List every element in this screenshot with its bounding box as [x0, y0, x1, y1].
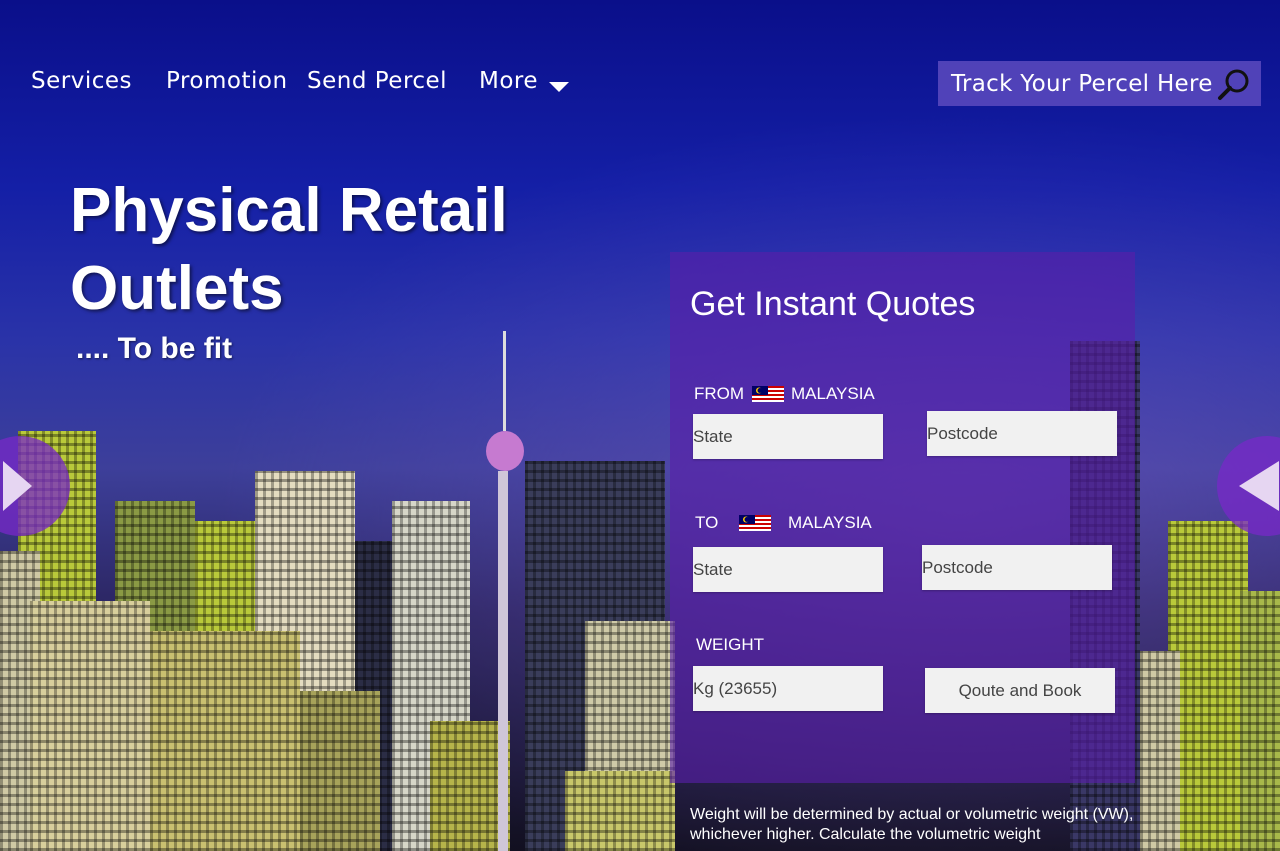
chevron-right-icon	[3, 461, 32, 511]
nav-services[interactable]: Services	[31, 68, 132, 94]
search-icon[interactable]	[1217, 67, 1251, 101]
to-label: TO	[695, 513, 719, 532]
quote-title: Get Instant Quotes	[690, 285, 976, 323]
to-country: MALAYSIA	[788, 513, 872, 532]
nav-more[interactable]: More	[479, 68, 538, 94]
from-state-input[interactable]	[693, 414, 883, 459]
hero-title-line1: Physical Retail	[70, 176, 508, 245]
to-state-input[interactable]	[693, 547, 883, 592]
from-country: MALAYSIA	[791, 384, 875, 403]
malaysia-flag-icon	[752, 386, 784, 402]
chevron-left-icon	[1239, 461, 1279, 511]
weight-note: Weight will be determined by actual or v…	[690, 806, 1134, 843]
chevron-down-icon[interactable]	[549, 82, 569, 92]
track-parcel-button[interactable]: Track Your Percel Here	[938, 61, 1261, 106]
hero-title: Physical Retail Outlets	[70, 172, 590, 328]
weight-input[interactable]	[693, 666, 883, 711]
from-label: FROM	[694, 384, 745, 403]
nav-send-percel[interactable]: Send Percel	[307, 68, 447, 94]
hero-title-line2: Outlets	[70, 254, 284, 323]
weight-label: WEIGHT	[696, 635, 764, 654]
to-postcode-input[interactable]	[922, 545, 1112, 590]
malaysia-flag-icon	[739, 515, 771, 531]
nav-promotion[interactable]: Promotion	[166, 68, 288, 94]
track-parcel-label: Track Your Percel Here	[951, 70, 1213, 97]
quote-and-book-button[interactable]: Qoute and Book	[925, 668, 1115, 713]
hero-subtitle: .... To be fit	[76, 332, 233, 365]
from-postcode-input[interactable]	[927, 411, 1117, 456]
